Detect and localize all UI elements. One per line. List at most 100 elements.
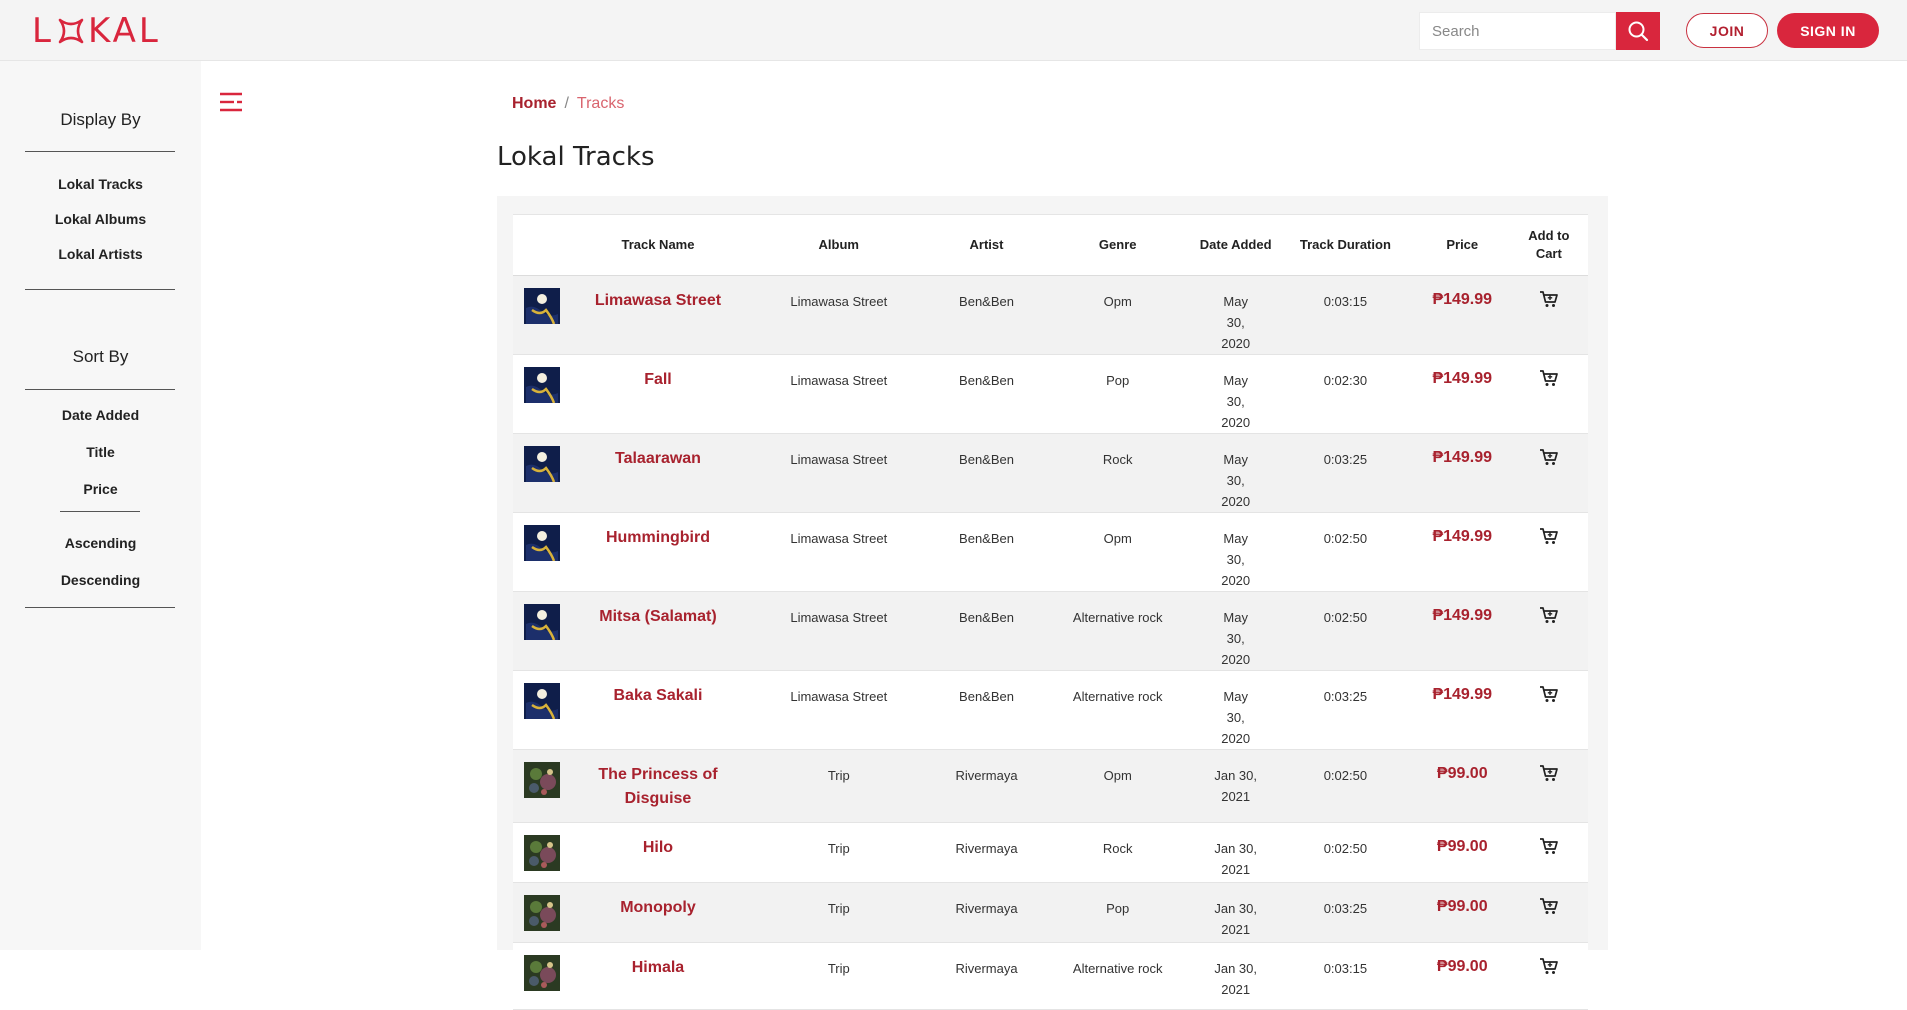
date-added-cell: May 30, 2020 xyxy=(1195,433,1276,513)
genre-cell: Rock xyxy=(1039,822,1196,883)
search-input[interactable] xyxy=(1419,12,1616,50)
track-name-link[interactable]: Fall xyxy=(571,354,745,434)
track-name-link[interactable]: Himala xyxy=(571,942,745,1010)
album-cover-image[interactable] xyxy=(524,367,561,403)
sort-date-added[interactable]: Date Added xyxy=(0,407,201,423)
order-descending[interactable]: Descending xyxy=(0,572,201,588)
price-cell: ₱149.99 xyxy=(1414,354,1510,434)
sort-title[interactable]: Title xyxy=(0,444,201,460)
track-duration-cell: 0:03:25 xyxy=(1275,670,1415,750)
album-cover-image[interactable] xyxy=(524,288,561,324)
genre-cell: Alternative rock xyxy=(1039,942,1196,1010)
date-added-cell: Jan 30, 2021 xyxy=(1195,882,1276,943)
album-cell: Trip xyxy=(744,822,934,883)
genre-cell: Pop xyxy=(1039,882,1196,943)
breadcrumb-home-link[interactable]: Home xyxy=(512,95,556,113)
divider xyxy=(25,151,175,152)
track-name-link[interactable]: Limawasa Street xyxy=(571,275,745,355)
album-cover-image[interactable] xyxy=(524,955,561,991)
album-cover-image[interactable] xyxy=(524,835,561,871)
add-to-cart-icon[interactable] xyxy=(1539,526,1559,552)
track-name-link[interactable]: Baka Sakali xyxy=(571,670,745,750)
add-to-cart-cell xyxy=(1509,433,1588,513)
search-button[interactable] xyxy=(1616,12,1660,50)
divider xyxy=(60,511,140,512)
track-name-link[interactable]: Talaarawan xyxy=(571,433,745,513)
logo-x-icon xyxy=(58,18,84,44)
add-to-cart-icon[interactable] xyxy=(1539,836,1559,862)
album-cell: Limawasa Street xyxy=(744,433,934,513)
col-header-track-name[interactable]: Track Name xyxy=(571,214,745,276)
table-row[interactable]: Limawasa Street Limawasa Street Ben&Ben Opm… xyxy=(513,275,1588,355)
track-duration-cell: 0:03:25 xyxy=(1275,882,1415,943)
album-cover-image[interactable] xyxy=(524,525,561,561)
album-cover-image[interactable] xyxy=(524,604,561,640)
join-button[interactable]: JOIN xyxy=(1686,13,1768,48)
add-to-cart-icon[interactable] xyxy=(1539,289,1559,315)
display-lokal-tracks[interactable]: Lokal Tracks xyxy=(0,176,201,192)
col-header-album[interactable]: Album xyxy=(744,214,934,276)
add-to-cart-cell xyxy=(1509,822,1588,883)
logo-letters-kal: KAL xyxy=(87,11,161,51)
table-row[interactable]: Himala Trip Rivermaya Alternative rock Jan 3… xyxy=(513,942,1588,1010)
order-ascending[interactable]: Ascending xyxy=(0,535,201,551)
add-to-cart-icon[interactable] xyxy=(1539,368,1559,394)
album-cover-cell xyxy=(513,749,572,823)
display-lokal-artists[interactable]: Lokal Artists xyxy=(0,246,201,262)
col-header-price[interactable]: Price xyxy=(1414,214,1510,276)
display-lokal-albums[interactable]: Lokal Albums xyxy=(0,211,201,227)
album-cover-image[interactable] xyxy=(524,446,561,482)
artist-cell: Ben&Ben xyxy=(933,433,1040,513)
lokal-logo[interactable]: L KAL xyxy=(32,11,161,51)
col-header-track-duration[interactable]: Track Duration xyxy=(1275,214,1415,276)
col-header-genre[interactable]: Genre xyxy=(1039,214,1196,276)
add-to-cart-icon[interactable] xyxy=(1539,447,1559,473)
artist-cell: Ben&Ben xyxy=(933,354,1040,434)
table-row[interactable]: Hummingbird Limawasa Street Ben&Ben Opm May … xyxy=(513,512,1588,592)
track-name-link[interactable]: Hilo xyxy=(571,822,745,883)
date-added-cell: May 30, 2020 xyxy=(1195,512,1276,592)
album-cover-cell xyxy=(513,354,572,434)
table-row[interactable]: Mitsa (Salamat) Limawasa Street Ben&Ben Alt… xyxy=(513,591,1588,671)
add-to-cart-icon[interactable] xyxy=(1539,684,1559,710)
divider xyxy=(25,389,175,390)
sign-in-button[interactable]: SIGN IN xyxy=(1777,13,1879,48)
table-row[interactable]: Fall Limawasa Street Ben&Ben Pop May 30, 202… xyxy=(513,354,1588,434)
logo-letter-l: L xyxy=(32,11,54,51)
album-cell: Trip xyxy=(744,749,934,823)
album-cover-image[interactable] xyxy=(524,683,561,719)
table-row[interactable]: Baka Sakali Limawasa Street Ben&Ben Alterna… xyxy=(513,670,1588,750)
add-to-cart-icon[interactable] xyxy=(1539,956,1559,982)
album-cell: Limawasa Street xyxy=(744,670,934,750)
price-cell: ₱149.99 xyxy=(1414,275,1510,355)
album-cover-image[interactable] xyxy=(524,895,561,931)
date-added-cell: May 30, 2020 xyxy=(1195,670,1276,750)
add-to-cart-icon[interactable] xyxy=(1539,605,1559,631)
track-name-link[interactable]: Mitsa (Salamat) xyxy=(571,591,745,671)
price-cell: ₱149.99 xyxy=(1414,512,1510,592)
price-cell: ₱99.00 xyxy=(1414,942,1510,1010)
top-header: L KAL JOIN SIGN IN xyxy=(0,0,1907,61)
album-cover-cell xyxy=(513,591,572,671)
album-cell: Limawasa Street xyxy=(744,275,934,355)
price-cell: ₱149.99 xyxy=(1414,591,1510,671)
table-row[interactable]: Hilo Trip Rivermaya Rock Jan 30, 2021 0:02:50… xyxy=(513,822,1588,883)
album-cover-image[interactable] xyxy=(524,762,561,798)
track-duration-cell: 0:03:15 xyxy=(1275,275,1415,355)
col-header-date-added[interactable]: Date Added xyxy=(1195,214,1276,276)
date-added-cell: Jan 30, 2021 xyxy=(1195,749,1276,823)
hamburger-menu-icon[interactable] xyxy=(219,91,243,113)
add-to-cart-icon[interactable] xyxy=(1539,763,1559,789)
sort-price[interactable]: Price xyxy=(0,481,201,497)
table-row[interactable]: Talaarawan Limawasa Street Ben&Ben Rock May … xyxy=(513,433,1588,513)
date-added-cell: Jan 30, 2021 xyxy=(1195,822,1276,883)
track-name-link[interactable]: Hummingbird xyxy=(571,512,745,592)
price-cell: ₱149.99 xyxy=(1414,670,1510,750)
table-row[interactable]: The Princess of Disguise Trip Rivermaya Opm… xyxy=(513,749,1588,823)
table-row[interactable]: Monopoly Trip Rivermaya Pop Jan 30, 2021 0:03… xyxy=(513,882,1588,943)
track-name-link[interactable]: Monopoly xyxy=(571,882,745,943)
add-to-cart-icon[interactable] xyxy=(1539,896,1559,922)
track-name-link[interactable]: The Princess of Disguise xyxy=(571,749,745,823)
album-cell: Limawasa Street xyxy=(744,354,934,434)
col-header-artist[interactable]: Artist xyxy=(933,214,1040,276)
